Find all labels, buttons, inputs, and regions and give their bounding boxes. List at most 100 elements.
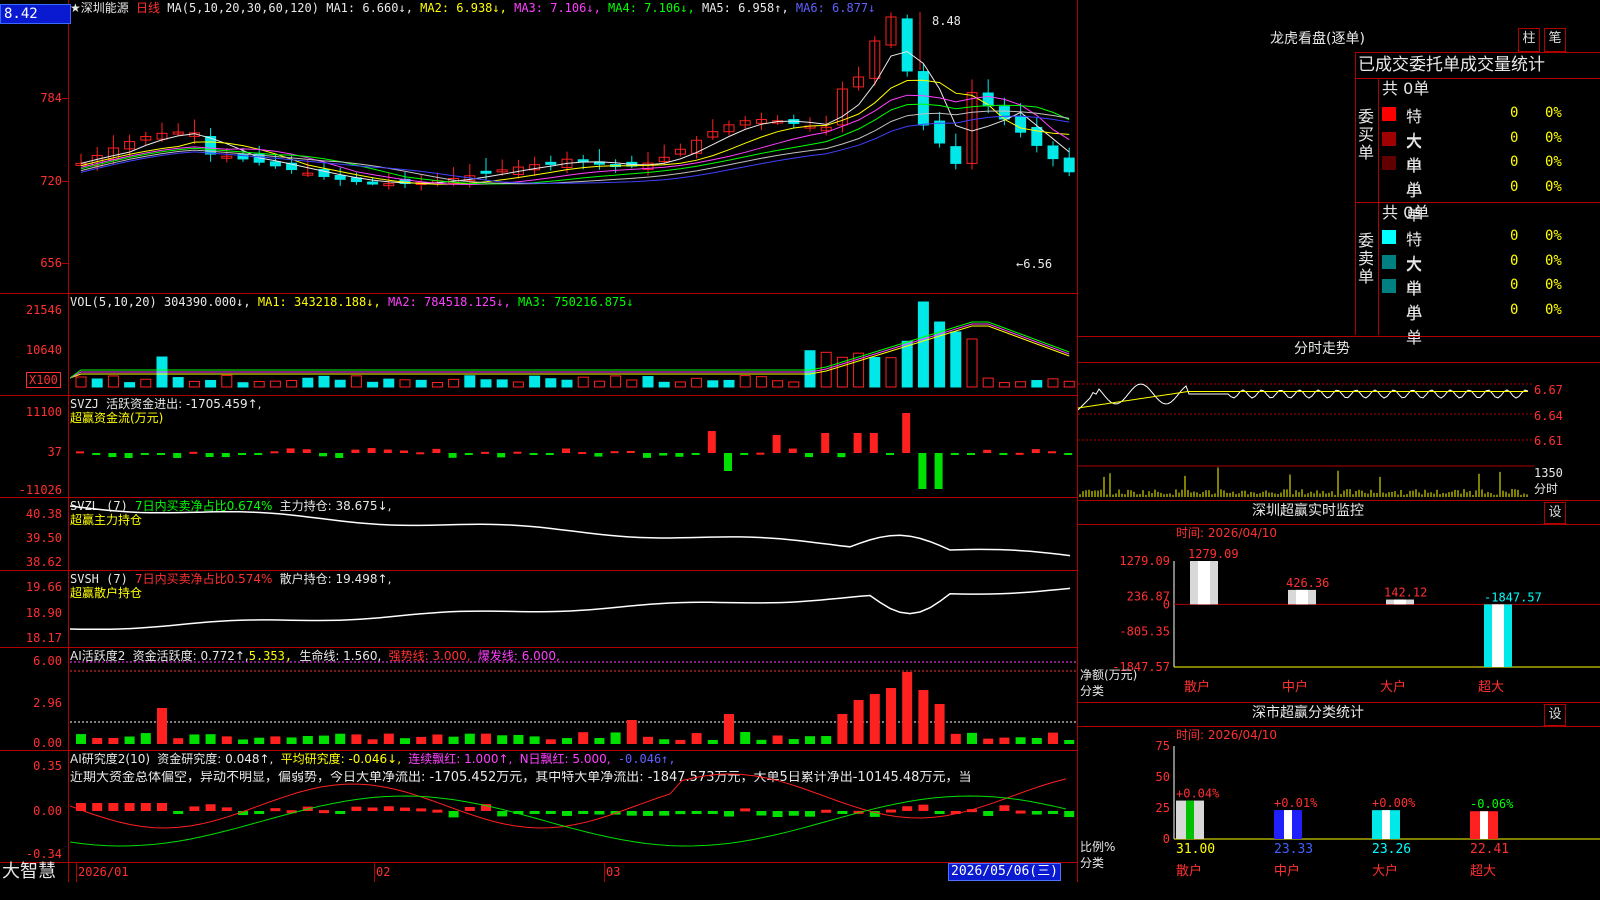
fund-flow-bar [367, 448, 376, 453]
order-row-count: 0 [1510, 252, 1519, 269]
svzj-svg[interactable] [70, 396, 1076, 497]
fund-flow-bar [221, 453, 230, 458]
order-row-count: 0 [1510, 178, 1519, 195]
class-value-label: 23.26 [1372, 842, 1411, 857]
research-bar [659, 811, 670, 816]
candle-body [1047, 145, 1059, 160]
fund-flow-bar [610, 451, 619, 454]
intraday-svg[interactable] [1078, 364, 1534, 498]
svzl-panel[interactable]: SVZL (7) 7日内买卖净占比0.674% 主力持仓: 38.675↓, 超… [0, 498, 1078, 570]
fund-flow-bar [740, 453, 749, 455]
kline-panel[interactable]: ★深圳能源 日线 MA(5,10,20,30,60,120) MA1: 6.66… [0, 0, 1078, 293]
activity-bar [432, 734, 443, 744]
research-bar [124, 803, 135, 811]
activity-bar [270, 736, 281, 744]
volume-bar [772, 380, 784, 388]
research-bar [1015, 810, 1026, 814]
activity-bar [189, 734, 200, 744]
candle-body [334, 174, 346, 180]
volume-bar [464, 375, 476, 388]
tab-zhu[interactable]: 柱 [1518, 28, 1540, 52]
class-settings-button[interactable]: 设 [1544, 704, 1566, 726]
activity-bar [983, 738, 994, 744]
fund-flow-bar [464, 453, 473, 455]
volume-bar [124, 382, 136, 388]
ai-research-svg[interactable] [70, 751, 1076, 862]
ai-active-tick-mid: 2.96 [33, 696, 62, 710]
vol-unit-button[interactable]: X100 [26, 372, 61, 388]
activity-bar [626, 720, 637, 744]
monitor-bar-highlight [1198, 561, 1210, 605]
volume-bar [577, 376, 589, 388]
ai-research-tick-top: 0.35 [33, 759, 62, 773]
svsh-svg[interactable] [70, 571, 1076, 647]
research-bar [497, 811, 508, 817]
class-category-label: 大户 [1372, 863, 1398, 879]
candle-body [917, 71, 929, 126]
class-tick-label: 25 [1156, 801, 1170, 815]
research-bar [578, 811, 589, 814]
order-row-label: 小单 [1406, 303, 1423, 347]
candle-body [367, 181, 379, 185]
svzj-tick-bot: -11026 [18, 483, 62, 497]
fund-flow-bar [902, 413, 911, 453]
left-chart-area[interactable]: 8.42 ★深圳能源 日线 MA(5,10,20,30,60,120) MA1:… [0, 0, 1078, 882]
order-row-count: 0 [1510, 129, 1519, 146]
ai-research-panel[interactable]: AI研究度2(10) 资金研究度: 0.048↑, 平均研究度: -0.046↓… [0, 751, 1078, 862]
svzl-svg[interactable] [70, 498, 1076, 570]
fund-flow-bar [319, 453, 327, 457]
monitor-bar-3 [1484, 604, 1512, 667]
price-tick-784: 784 [40, 91, 62, 105]
research-bar [529, 811, 540, 814]
vol-tick-top: 21546 [25, 303, 62, 317]
ai-active-svg[interactable] [70, 648, 1076, 750]
volume-bar [496, 379, 508, 388]
volume-svg[interactable] [70, 294, 1076, 395]
ai-active-panel[interactable]: AI活跃度2 资金活跃度: 0.772↑,5.353, 生命线: 1.560, … [0, 648, 1078, 750]
fund-flow-bar [416, 452, 425, 455]
price-tick-720: 720 [40, 174, 62, 188]
activity-bar [967, 732, 977, 744]
order-color-swatch [1382, 279, 1396, 293]
volume-bar [318, 375, 330, 388]
monitor-settings-button[interactable]: 设 [1544, 502, 1566, 524]
volume-bar [610, 375, 622, 388]
class-change-label: +0.00% [1372, 796, 1416, 810]
fund-flow-bar [545, 453, 554, 456]
svzl-tick-top: 40.38 [25, 507, 62, 521]
monitor-chart-svg: 1279.09236.870-805.35-1847.571279.09散户42… [1112, 547, 1600, 695]
low-price-label: ←6.56 [1016, 257, 1053, 271]
volume-bar [383, 378, 395, 388]
fund-flow-bar [886, 453, 894, 455]
activity-bar [610, 732, 621, 744]
order-row-count: 0 [1510, 228, 1519, 244]
fund-flow-bar [108, 453, 117, 458]
volume-bar [966, 338, 978, 388]
volume-panel[interactable]: VOL(5,10,20) 304390.000↓, MA1: 343218.18… [0, 294, 1078, 395]
activity-bar [999, 737, 1010, 744]
volume-bar [561, 379, 573, 388]
tab-bi[interactable]: 笔 [1544, 28, 1566, 52]
class-change-label: +0.01% [1274, 796, 1318, 810]
fund-flow-bar [675, 453, 684, 457]
activity-bar [351, 734, 362, 744]
fund-flow-bar [254, 453, 263, 455]
order-color-swatch [1382, 107, 1396, 121]
ai-active-tick-top: 6.00 [33, 654, 62, 668]
research-bar [934, 811, 945, 814]
fund-flow-bar [205, 453, 214, 458]
research-bar [221, 807, 232, 811]
activity-bar [691, 733, 702, 744]
svsh-panel[interactable]: SVSH (7) 7日内买卖净占比0.574% 散户持仓: 19.498↑, 超… [0, 571, 1078, 647]
research-bar [416, 808, 427, 812]
activity-bar [513, 734, 524, 744]
activity-bar [950, 733, 961, 744]
fund-flow-bar [788, 448, 797, 453]
kline-svg[interactable] [70, 0, 1076, 293]
activity-bar [108, 737, 119, 744]
research-bar [756, 811, 767, 816]
research-bar [205, 804, 216, 811]
lhkp-title: 龙虎看盘(逐单) [1270, 31, 1365, 47]
svzj-panel[interactable]: SVZJ 活跃资金进出: -1705.459↑, 超赢资金流(万元) 11100… [0, 396, 1078, 497]
activity-bar [335, 733, 346, 744]
